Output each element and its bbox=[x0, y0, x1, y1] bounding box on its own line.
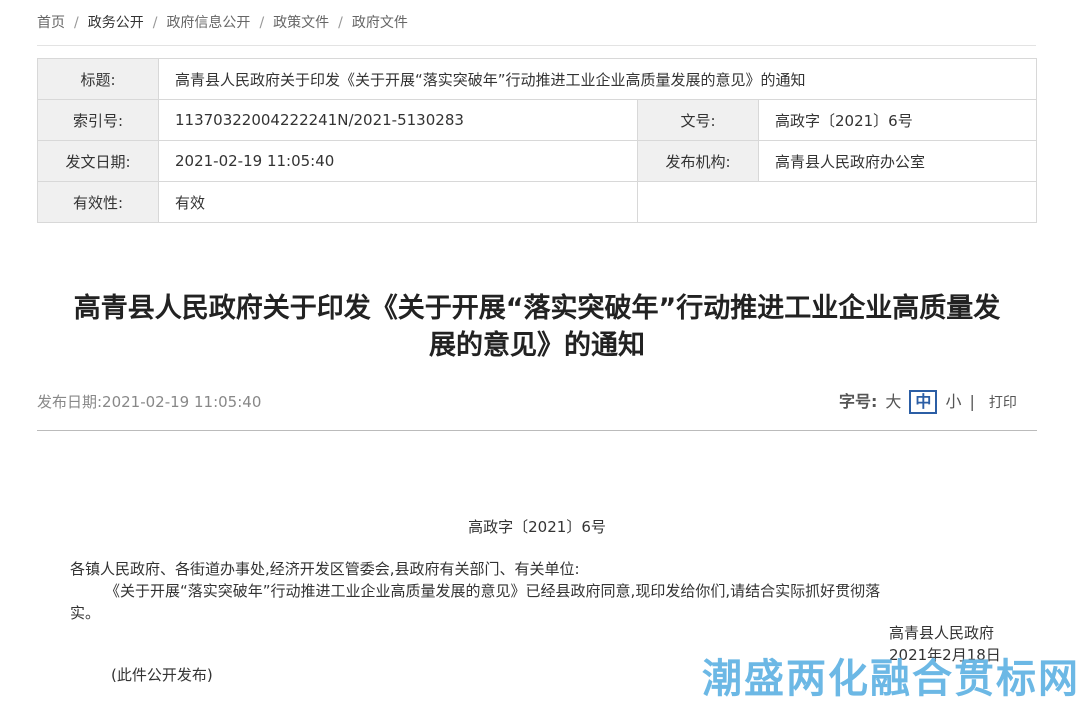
font-size-large-button[interactable]: 大 bbox=[885, 392, 901, 411]
body-line2: 实。 bbox=[70, 604, 101, 622]
font-size-small-button[interactable]: 小 bbox=[945, 392, 961, 411]
index-value: 11370322004222241N/2021-5130283 bbox=[158, 99, 638, 141]
document-number: 高政字〔2021〕6号 bbox=[468, 518, 606, 536]
breadcrumb-home-link[interactable]: 首页 bbox=[37, 15, 65, 31]
separator: | bbox=[969, 392, 975, 411]
publish-date: 发布日期:2021-02-19 11:05:40 bbox=[37, 393, 262, 411]
recipients-line: 各镇人民政府、各街道办事处,经济开发区管委会,县政府有关部门、有关单位: bbox=[70, 560, 580, 578]
docno-label: 文号: bbox=[637, 99, 759, 141]
empty-cell bbox=[637, 181, 1037, 223]
org-label: 发布机构: bbox=[637, 140, 759, 182]
breadcrumb-gov-info-link[interactable]: 政府信息公开 bbox=[166, 15, 250, 31]
body-line1: 《关于开展“落实突破年”行动推进工业企业高质量发展的意见》已经县政府同意,现印发… bbox=[105, 582, 881, 600]
validity-value: 有效 bbox=[158, 181, 638, 223]
index-label: 索引号: bbox=[37, 99, 159, 141]
article-title-line1: 高青县人民政府关于印发《关于开展“落实突破年”行动推进工业企业高质量发 bbox=[73, 293, 1001, 324]
breadcrumb: 首页 / 政务公开 / 政府信息公开 / 政策文件 / 政府文件 bbox=[37, 15, 408, 31]
org-value: 高青县人民政府办公室 bbox=[758, 140, 1037, 182]
public-note: (此件公开发布) bbox=[111, 666, 213, 684]
signer: 高青县人民政府 bbox=[889, 624, 995, 642]
docno-value: 高政字〔2021〕6号 bbox=[758, 99, 1037, 141]
validity-label: 有效性: bbox=[37, 181, 159, 223]
date-value: 2021-02-19 11:05:40 bbox=[158, 140, 638, 182]
font-size-label: 字号: bbox=[839, 392, 878, 411]
date-label: 发文日期: bbox=[37, 140, 159, 182]
breadcrumb-policy-link[interactable]: 政策文件 bbox=[273, 15, 329, 31]
article-title: 高青县人民政府关于印发《关于开展“落实突破年”行动推进工业企业高质量发 展的意见… bbox=[37, 290, 1037, 364]
document-meta-table: 标题: 高青县人民政府关于印发《关于开展“落实突破年”行动推进工业企业高质量发展… bbox=[37, 58, 1037, 223]
breadcrumb-divider bbox=[37, 45, 1036, 46]
breadcrumb-gov-affairs-link[interactable]: 政务公开 bbox=[88, 15, 144, 31]
breadcrumb-gov-docs-link[interactable]: 政府文件 bbox=[352, 15, 408, 31]
site-watermark: 潮盛两化融合贯标网 bbox=[702, 656, 1080, 702]
content-divider bbox=[37, 430, 1037, 431]
title-value: 高青县人民政府关于印发《关于开展“落实突破年”行动推进工业企业高质量发展的意见》… bbox=[158, 58, 1037, 100]
title-label: 标题: bbox=[37, 58, 159, 100]
print-button[interactable]: 打印 bbox=[989, 395, 1017, 411]
article-title-line2: 展的意见》的通知 bbox=[429, 330, 645, 361]
font-size-controls: 字号: 大中小 | 打印 bbox=[839, 388, 1017, 414]
font-size-medium-button[interactable]: 中 bbox=[909, 390, 938, 414]
